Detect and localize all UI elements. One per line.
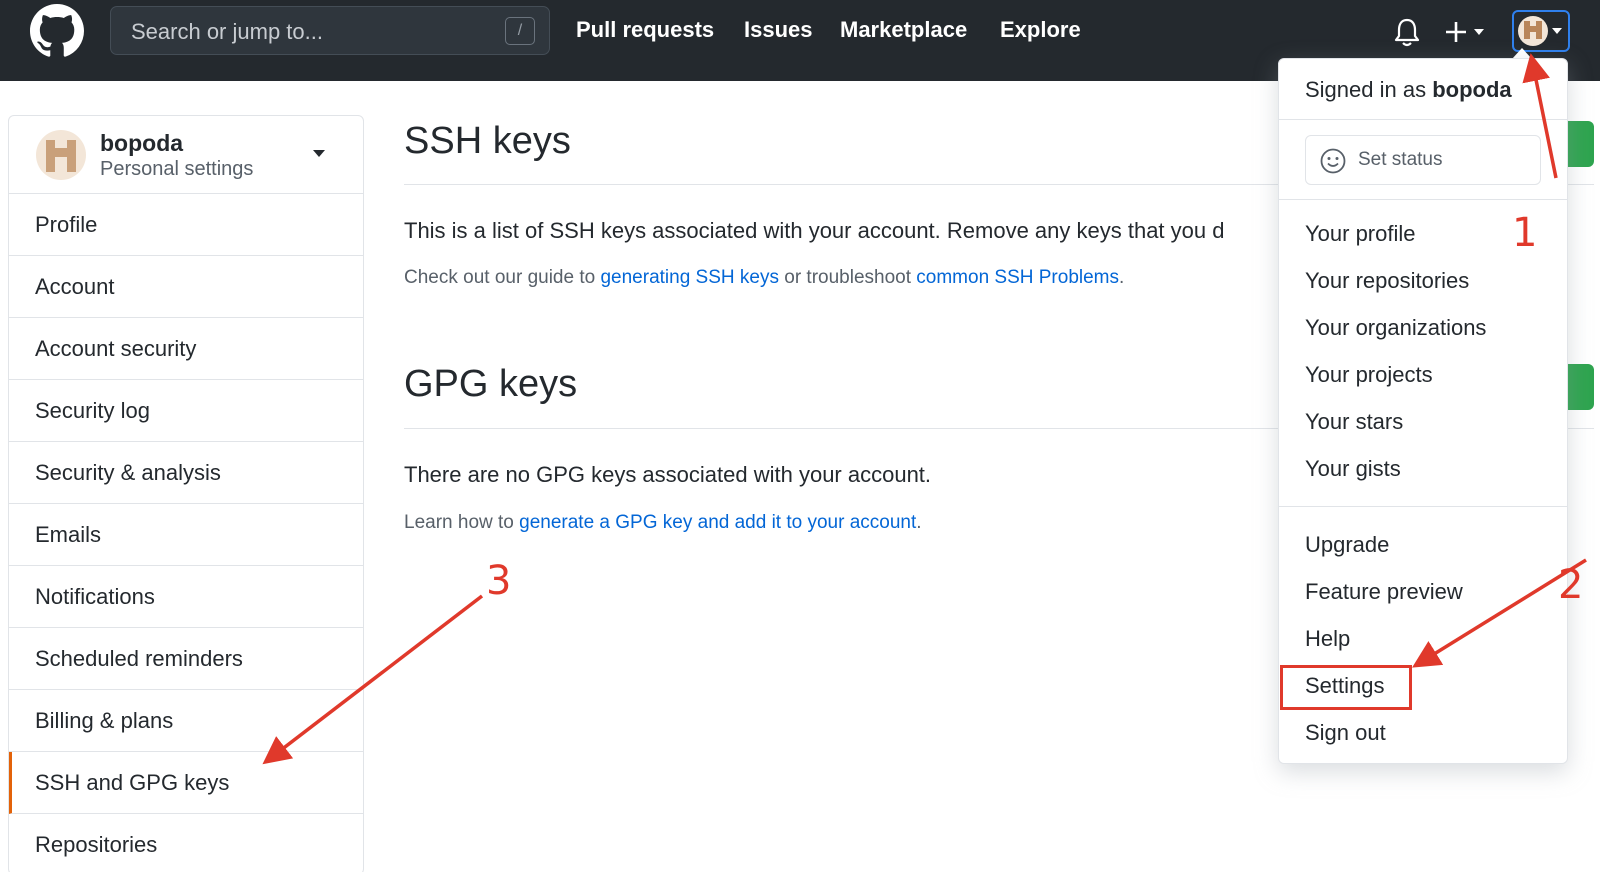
arrow-3 [262,594,484,765]
annotation-arrows [262,53,1587,765]
arrow-1 [1522,53,1558,179]
annotation-number-3: 3 [486,558,512,604]
annotation-number-2: 2 [1558,562,1584,608]
annotation-number-1: 1 [1512,210,1538,256]
